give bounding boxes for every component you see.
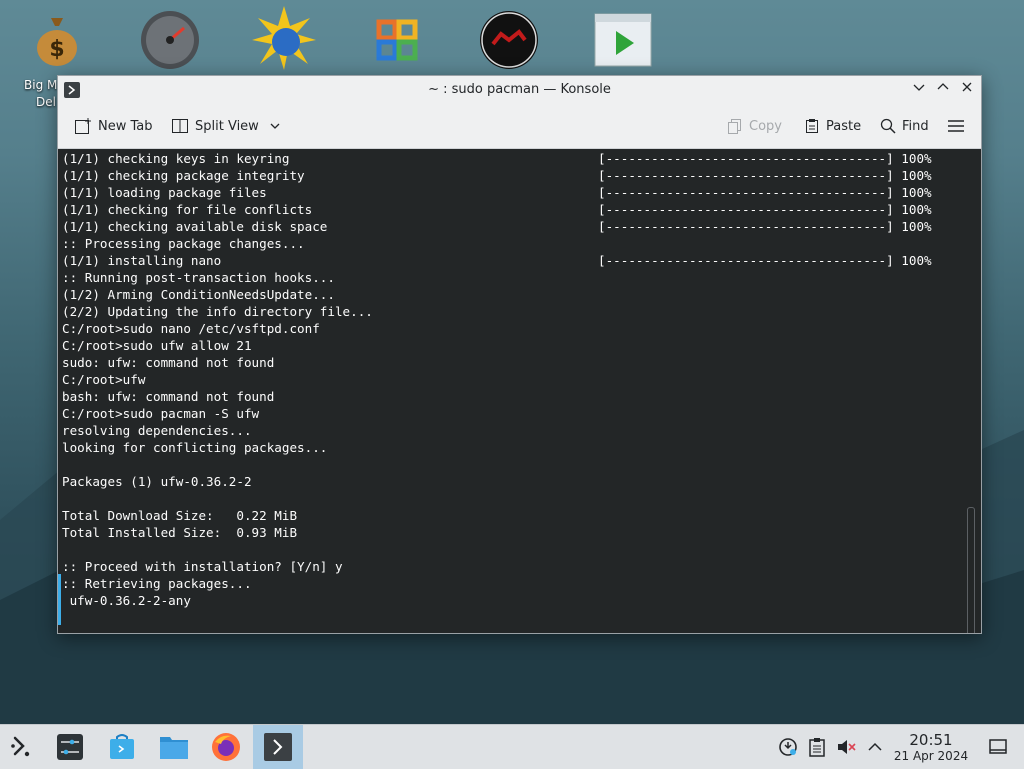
red-circle-app-icon[interactable] <box>477 8 541 72</box>
discover-store-icon[interactable] <box>106 731 138 763</box>
terminal-scrollbar[interactable] <box>967 507 975 633</box>
terminal-output[interactable]: (1/1) checking keys in keyring (1/1) che… <box>58 149 981 633</box>
clock-time[interactable]: 20:51 <box>892 731 970 749</box>
money-bag-icon[interactable]: $ <box>25 8 89 72</box>
close-button[interactable] <box>959 81 975 97</box>
maximize-button[interactable] <box>935 81 951 97</box>
terminal-progress-bars: [-------------------------------------] … <box>598 151 932 268</box>
hamburger-menu-button[interactable] <box>948 115 970 137</box>
copy-label: Copy <box>749 118 782 134</box>
terminal-marker <box>58 574 61 625</box>
svg-text:$: $ <box>49 37 64 62</box>
media-player-icon[interactable] <box>591 8 655 72</box>
search-icon <box>880 118 896 134</box>
speedometer-icon[interactable] <box>138 8 202 72</box>
konsole-toolbar: New Tab Split View Copy Paste Find <box>58 103 981 149</box>
hamburger-menu-icon <box>948 120 964 132</box>
system-settings-icon[interactable] <box>54 731 86 763</box>
firefox-icon[interactable] <box>210 731 242 763</box>
tray-expand-icon[interactable] <box>859 731 891 763</box>
network-icon[interactable] <box>772 731 804 763</box>
chevron-down-icon <box>270 123 280 129</box>
application-launcher-icon[interactable] <box>6 731 38 763</box>
desktop-icon-label: Big M <box>24 78 58 92</box>
terminal-lines: (1/1) checking keys in keyring (1/1) che… <box>62 151 373 608</box>
split-view-button[interactable]: Split View <box>171 115 287 137</box>
paste-button[interactable]: Paste <box>804 115 861 137</box>
show-desktop-icon[interactable] <box>982 731 1014 763</box>
konsole-icon[interactable] <box>262 731 294 763</box>
new-tab-label: New Tab <box>98 118 153 134</box>
new-tab-icon <box>75 118 91 134</box>
copy-icon <box>728 119 741 134</box>
clock-date[interactable]: 21 Apr 2024 <box>892 749 970 763</box>
file-manager-icon[interactable] <box>158 731 190 763</box>
paste-label: Paste <box>826 118 862 134</box>
find-button[interactable]: Find <box>880 115 929 137</box>
split-view-icon <box>172 119 188 133</box>
desktop-icon-label-2: Del <box>36 95 56 109</box>
taskbar: 20:51 21 Apr 2024 <box>0 724 1024 769</box>
clipboard-icon[interactable] <box>801 731 833 763</box>
copy-button[interactable]: Copy <box>727 115 782 137</box>
volume-muted-icon[interactable] <box>830 731 862 763</box>
web-globe-icon[interactable] <box>252 6 316 70</box>
window-titlebar[interactable]: ~ : sudo pacman — Konsole <box>58 76 981 103</box>
konsole-window: ~ : sudo pacman — Konsole New Tab Split … <box>57 75 982 634</box>
paste-icon <box>806 119 818 133</box>
find-label: Find <box>902 118 929 134</box>
office-icon[interactable] <box>365 8 429 72</box>
split-view-label: Split View <box>195 118 259 134</box>
new-tab-button[interactable]: New Tab <box>74 115 153 137</box>
minimize-button[interactable] <box>911 81 927 97</box>
window-title: ~ : sudo pacman — Konsole <box>428 82 611 97</box>
